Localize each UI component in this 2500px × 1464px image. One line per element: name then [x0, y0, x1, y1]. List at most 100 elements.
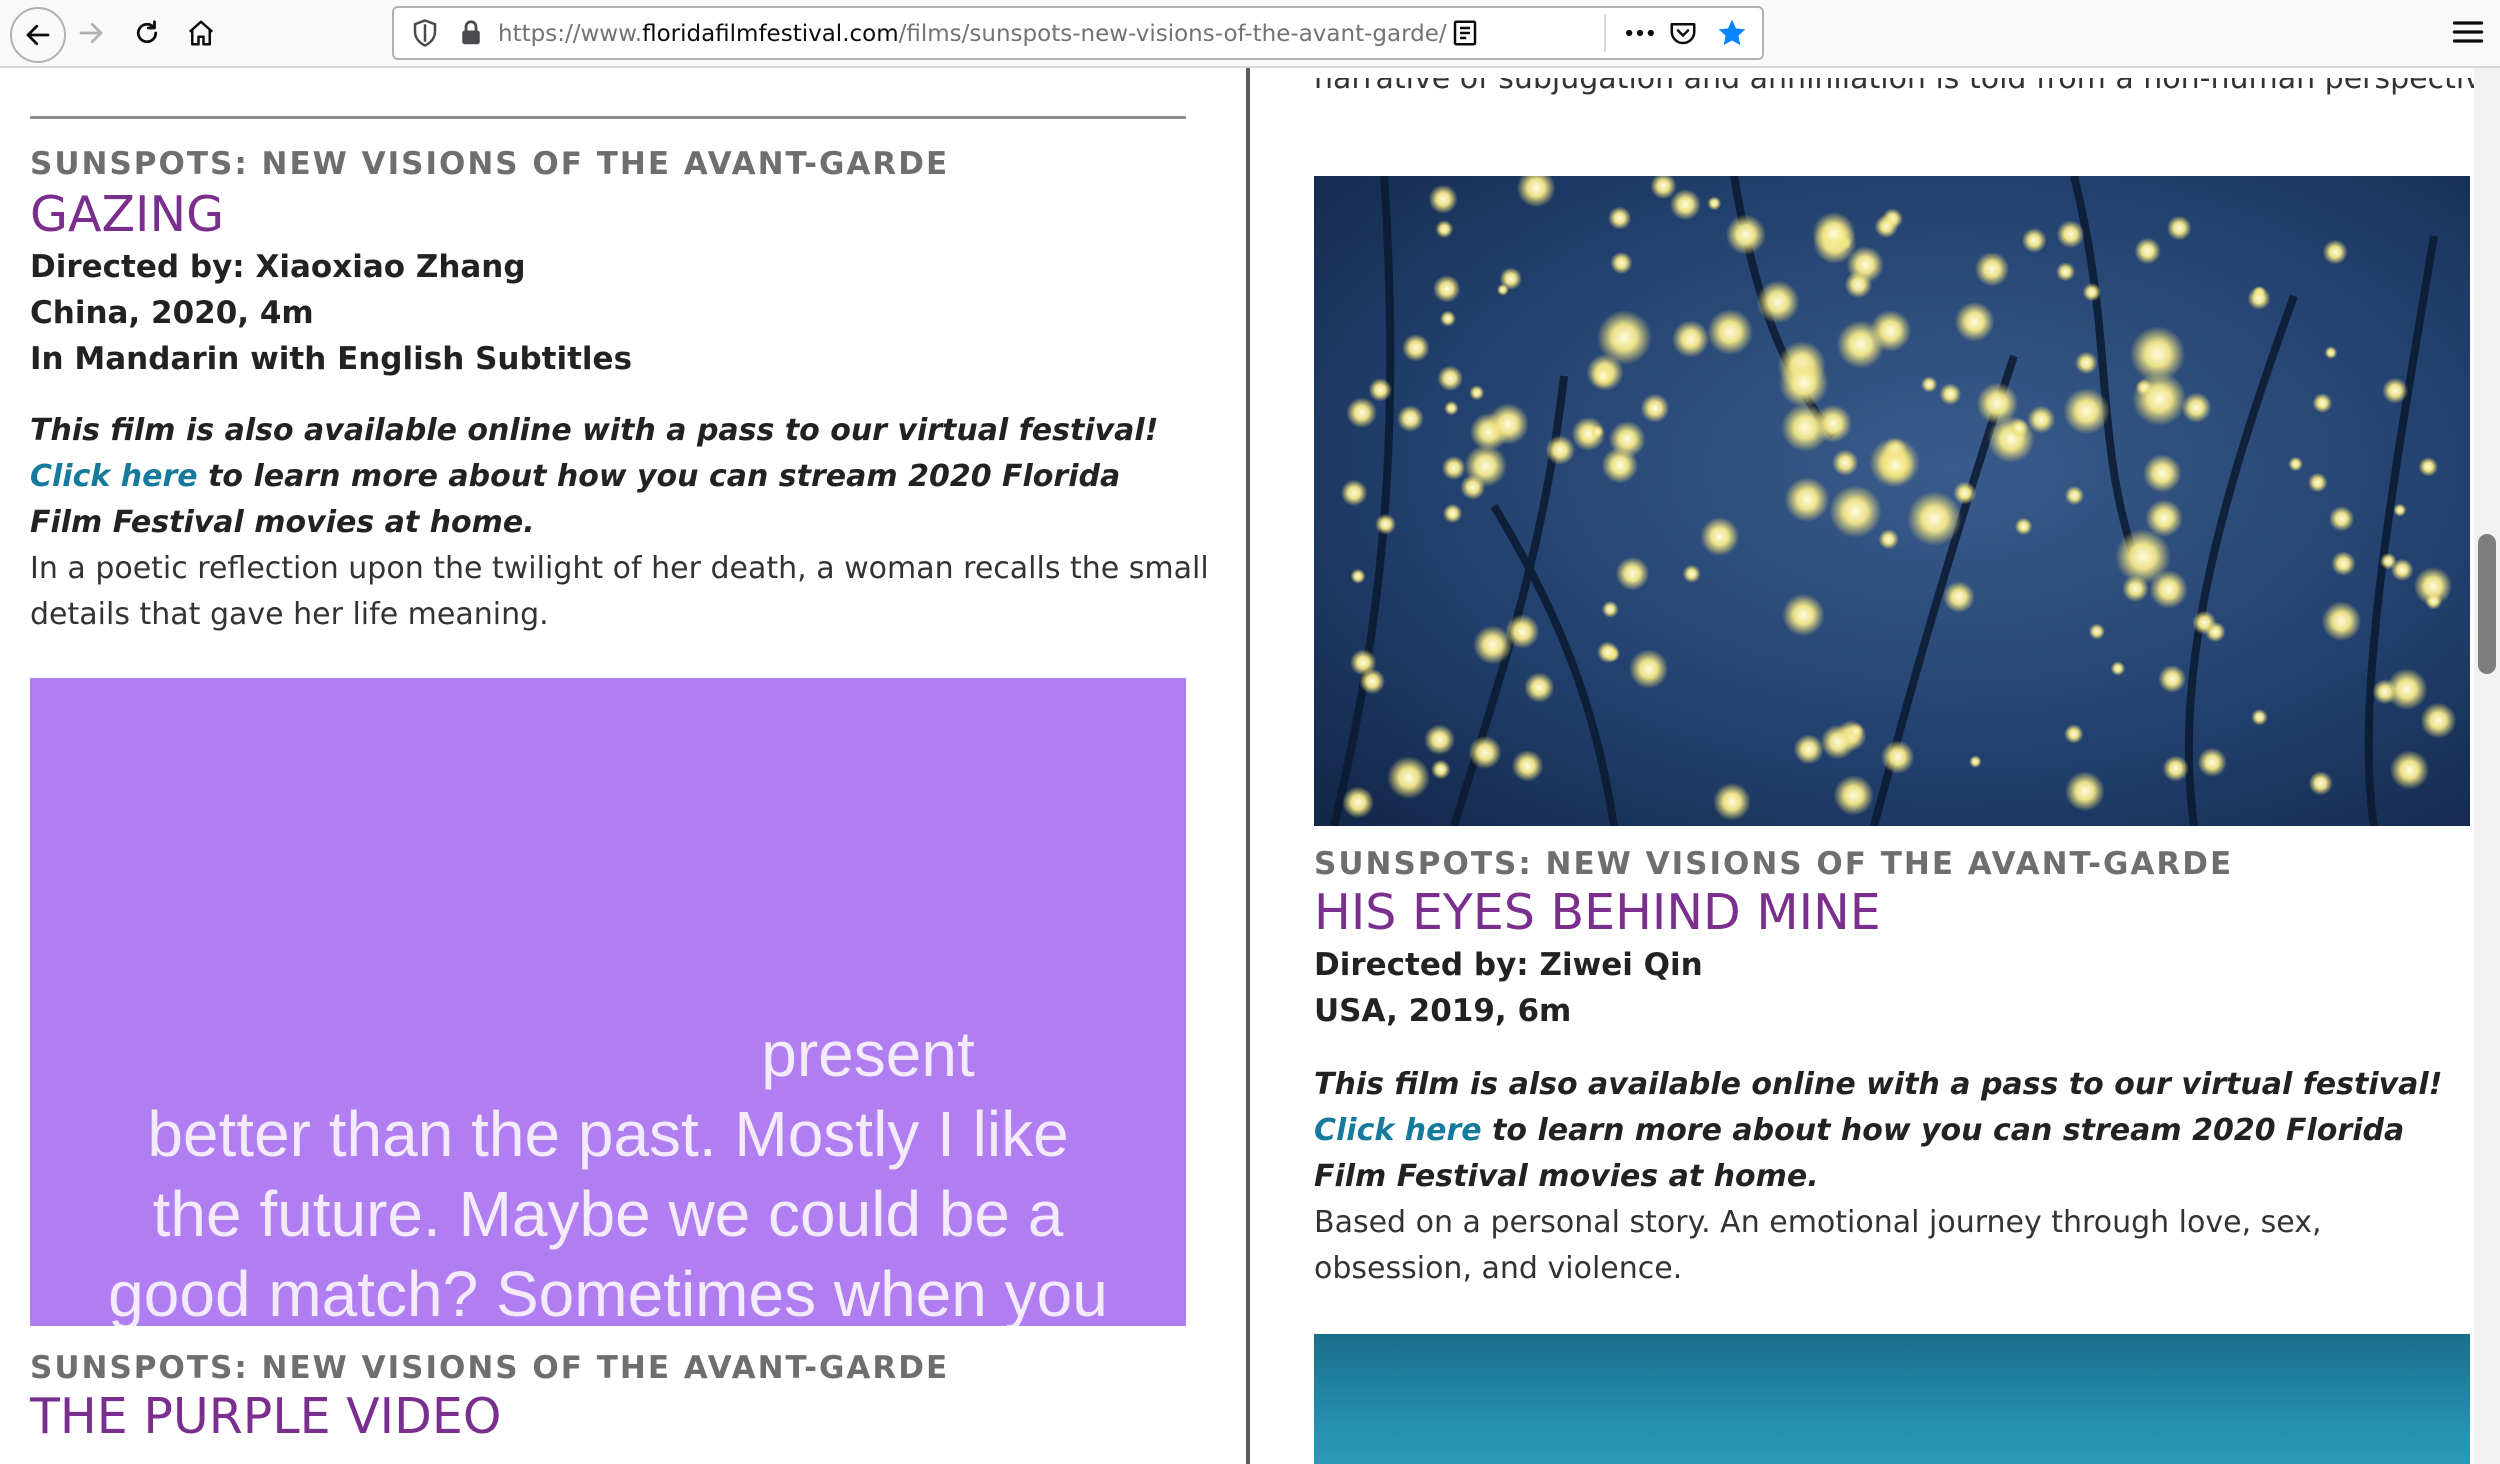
firefly-glow [1756, 280, 1800, 324]
reload-icon [136, 20, 158, 44]
firefly-glow [2418, 457, 2438, 477]
forward-button[interactable] [68, 10, 114, 56]
lock-icon[interactable] [456, 18, 486, 48]
firefly-glow [1350, 568, 1366, 584]
virtual-festival-promo: This film is also available online with … [1314, 1067, 2443, 1194]
firefly-glow [1629, 649, 1669, 689]
firefly-glow [1439, 310, 1456, 327]
pocket-icon[interactable] [1668, 18, 1698, 48]
film-country-year: China, 2020, 4m [30, 295, 314, 331]
film-title-his-eyes-behind-mine[interactable]: HIS EYES BEHIND MINE [1314, 884, 1881, 941]
firefly-glow [1468, 735, 1502, 770]
firefly-glow [1833, 775, 1874, 816]
scrollbar-track[interactable] [2474, 68, 2500, 1464]
firefly-glow [1375, 513, 1397, 535]
film-title-purple-video[interactable]: THE PURPLE VIDEO [30, 1388, 501, 1445]
firefly-glow [2389, 750, 2430, 790]
firefly-glow [1342, 786, 1375, 819]
firefly-glow [1346, 397, 1377, 429]
firefly-glow [1782, 593, 1825, 637]
firefly-glow [1669, 189, 1701, 221]
firefly-glow [2014, 517, 2033, 536]
firefly-glow [2425, 592, 2443, 610]
film-title-gazing[interactable]: GAZING [30, 186, 224, 243]
firefly-glow [1444, 400, 1459, 416]
home-button[interactable] [178, 10, 224, 56]
firefly-glow [1437, 365, 1464, 392]
still-caption-text: present better than the past. Mostly I l… [108, 1018, 1108, 1326]
firefly-glow [1402, 333, 1430, 362]
firefly-glow [2064, 485, 2085, 506]
firefly-glow [1596, 641, 1619, 664]
firefly-glow [1836, 320, 1885, 369]
firefly-glow [1487, 403, 1529, 445]
arrow-right-icon [79, 22, 103, 44]
url-text[interactable]: https://www.floridafilmfestival.com/film… [498, 21, 1447, 47]
firefly-glow [2328, 506, 2355, 532]
back-button[interactable] [10, 7, 66, 63]
click-here-link[interactable]: Click here [1314, 1113, 1482, 1148]
firefly-glow [1784, 477, 1830, 522]
firefly-glow [1921, 376, 1938, 393]
url-domain: floridafilmfestival.com [642, 21, 899, 47]
firefly-glow [2135, 379, 2153, 396]
bookmark-star-icon[interactable] [1716, 17, 1748, 49]
firefly-glow [1713, 782, 1751, 821]
firefly-glow [1943, 581, 1975, 613]
firefly-glow [1939, 383, 1962, 406]
firefly-glow [2027, 405, 2056, 434]
film-synopsis-his-eyes: Based on a personal story. An emotional … [1314, 1205, 2322, 1286]
arrow-left-icon [26, 24, 50, 46]
firefly-glow [1812, 211, 1856, 256]
film-still-next[interactable] [1314, 1334, 2470, 1464]
firefly-glow [1499, 267, 1523, 290]
firefly-glow [1396, 405, 1424, 432]
urlbar-separator [1604, 14, 1606, 52]
firefly-glow [1435, 220, 1454, 239]
firefly-glow [1591, 363, 1616, 389]
firefly-glow [2009, 418, 2029, 438]
firefly-glow [2420, 702, 2457, 739]
film-category-label: SUNSPOTS: NEW VISIONS OF THE AVANT-GARDE [30, 1350, 950, 1386]
reload-button[interactable] [124, 10, 170, 56]
click-here-link[interactable]: Click here [30, 459, 198, 494]
firefly-glow [1601, 600, 1619, 618]
firefly-glow [2064, 724, 2084, 744]
browser-toolbar: https://www.floridafilmfestival.com/film… [0, 0, 2500, 68]
film-still-purple-video[interactable]: present better than the past. Mostly I l… [30, 678, 1186, 1326]
firefly-glow [2158, 664, 2187, 693]
firefly-glow [1524, 672, 1555, 703]
firefly-glow [1359, 668, 1386, 695]
section-divider-line [30, 116, 1186, 119]
firefly-glow [2321, 601, 2362, 642]
firefly-glow [1682, 564, 1701, 583]
firefly-glow [1615, 556, 1650, 591]
firefly-glow [1596, 310, 1652, 365]
firefly-glow [1387, 756, 1431, 800]
firefly-glow [1969, 755, 1982, 768]
firefly-glow [2110, 661, 2126, 676]
address-bar[interactable]: https://www.floridafilmfestival.com/film… [392, 6, 1764, 60]
firefly-glow [2386, 668, 2428, 711]
firefly-glow [1640, 393, 1670, 423]
firefly-glow [1610, 251, 1633, 275]
firefly-glow [2056, 220, 2085, 249]
film-category-label: SUNSPOTS: NEW VISIONS OF THE AVANT-GARDE [30, 146, 950, 182]
tracking-protection-shield-icon[interactable] [410, 18, 440, 48]
firefly-glow [1672, 320, 1710, 358]
hamburger-menu-icon[interactable] [2450, 14, 2486, 50]
firefly-glow [2132, 371, 2187, 426]
page-actions-more-icon[interactable] [1622, 18, 1658, 48]
scrollbar-thumb[interactable] [2478, 534, 2496, 674]
film-country-year: USA, 2019, 6m [1314, 993, 1572, 1029]
home-icon [188, 20, 214, 46]
firefly-glow [1832, 449, 1859, 477]
firefly-glow [1608, 206, 1632, 230]
firefly-glow [1974, 251, 2010, 287]
reader-view-icon[interactable] [1450, 18, 1480, 48]
firefly-glow [1781, 403, 1830, 452]
column-divider [1246, 68, 1250, 1464]
firefly-glow [1368, 378, 1392, 402]
film-still-his-eyes-behind-mine[interactable] [1314, 176, 2470, 826]
firefly-glow [1432, 275, 1461, 303]
